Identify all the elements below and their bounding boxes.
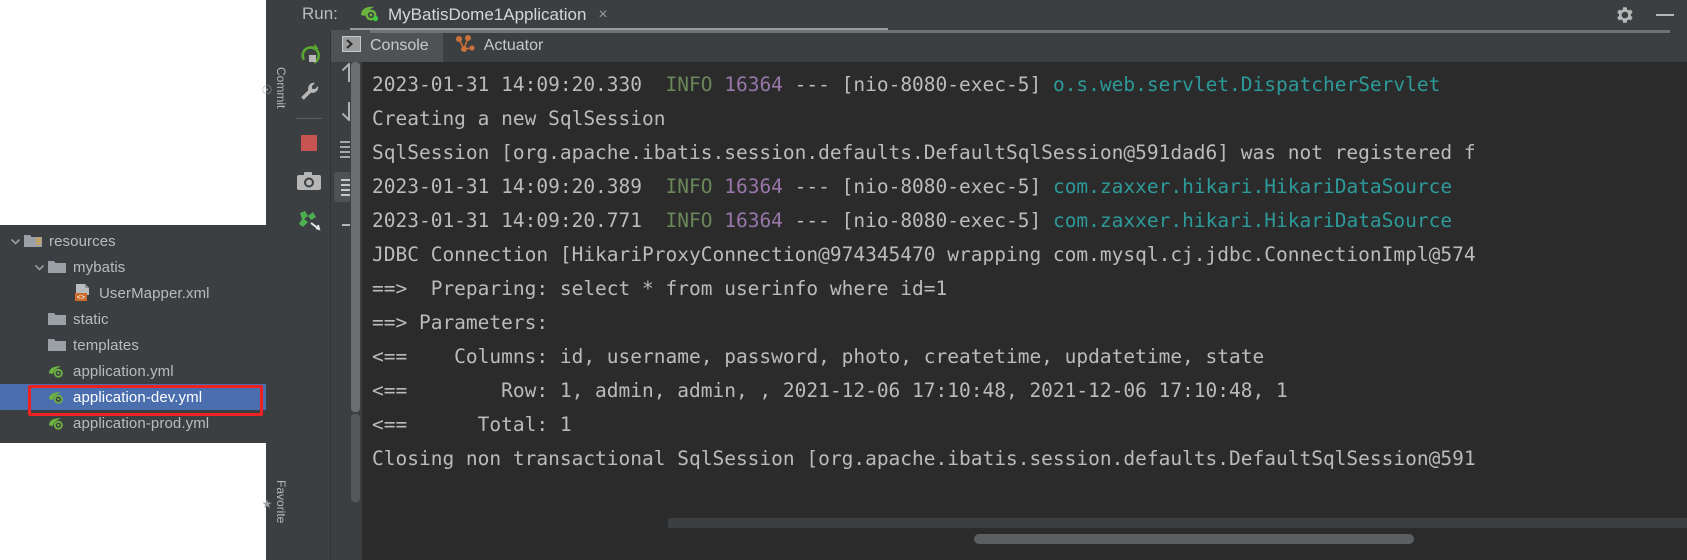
console-log-line: Creating a new SqlSession (372, 102, 1687, 136)
log-segment-plain (712, 175, 724, 198)
log-segment-plain: <== Total: 1 (372, 413, 572, 436)
actuator-icon (455, 34, 475, 58)
favorites-tool-tab-label: Favorite (274, 480, 288, 524)
console-log-line: ==> Parameters: (372, 306, 1687, 340)
tool-window-side-strip: Commit ☉ Favorite ★ (260, 0, 289, 560)
scrollbar-thumb[interactable] (351, 62, 360, 412)
chevron-down-icon[interactable] (30, 262, 48, 273)
log-segment-pid: 16364 (724, 209, 783, 232)
console-log-line: JDBC Connection [HikariProxyConnection@9… (372, 238, 1687, 272)
run-label: Run: (302, 4, 338, 23)
log-segment-pid: 16364 (724, 175, 783, 198)
folder-icon (48, 259, 68, 275)
log-segment-info: INFO (653, 209, 713, 232)
editor-white-overlay-bottom (0, 443, 266, 560)
run-tab-title: MyBatisDome1Application (388, 5, 587, 24)
console-log-line: <== Row: 1, admin, admin, , 2021-12-06 1… (372, 374, 1687, 408)
editor-white-overlay-top (0, 0, 266, 225)
log-segment-info: INFO (653, 73, 713, 96)
log-segment-plain: Closing non transactional SqlSession [or… (372, 447, 1476, 470)
log-segment-plain: <== Columns: id, username, password, pho… (372, 345, 1265, 368)
scrollbar-thumb-lower[interactable] (351, 414, 360, 502)
project-tool-window: resources mybatis <> UserMapper.xml static te… (0, 0, 360, 560)
screenshot-camera-button[interactable] (293, 165, 325, 197)
console-log-line: 2023-01-31 14:09:20.771 INFO 16364 --- [… (372, 204, 1687, 238)
log-segment-plain: SqlSession [org.apache.ibatis.session.de… (372, 141, 1476, 164)
console-output[interactable]: 2023-01-31 14:09:20.330 INFO 16364 --- [… (362, 62, 1687, 502)
log-segment-plain: 2023-01-31 14:09:20.330 (372, 73, 654, 96)
favorites-tool-tab[interactable]: Favorite ★ (260, 452, 288, 552)
log-segment-info: INFO (653, 175, 713, 198)
stop-button[interactable] (293, 127, 325, 159)
settings-wrench-button[interactable] (293, 76, 325, 108)
run-window-header: Run: MyBatisDome1Application × (288, 0, 1687, 32)
gear-icon[interactable] (1613, 4, 1635, 26)
tree-item-label: UserMapper.xml (99, 284, 210, 302)
spring-yml-file-icon (48, 363, 68, 380)
resources-folder-icon (24, 233, 44, 249)
hscrollbar-thumb[interactable] (974, 534, 1414, 544)
svg-text:<>: <> (77, 294, 85, 302)
minimize-icon[interactable] (1653, 4, 1677, 26)
console-log-line: SqlSession [org.apache.ibatis.session.de… (372, 136, 1687, 170)
spring-yml-file-icon (48, 389, 68, 406)
tree-item-label: static (73, 310, 109, 328)
log-segment-pid: 16364 (724, 73, 783, 96)
log-segment-plain: ==> Parameters: (372, 311, 549, 334)
run-window-header-actions (1613, 4, 1677, 26)
console-vertical-scrollbar[interactable] (350, 62, 362, 502)
console-log-line: <== Total: 1 (372, 408, 1687, 442)
xml-file-icon: <> (74, 284, 94, 302)
log-segment-plain: ==> Preparing: select * from userinfo wh… (372, 277, 948, 300)
commit-tool-tab[interactable]: Commit ☉ (260, 8, 288, 168)
log-segment-plain (712, 73, 724, 96)
tree-item-label: mybatis (73, 258, 126, 276)
console-log-line: 2023-01-31 14:09:20.389 INFO 16364 --- [… (372, 170, 1687, 204)
run-subtabs: Console Actuator (330, 30, 1687, 62)
console-horizontal-scrollbar[interactable] (668, 518, 1687, 544)
log-segment-class: com.zaxxer.hikari.HikariDataSource (1052, 175, 1453, 198)
tree-item-label: resources (49, 232, 116, 250)
log-segment-plain: 2023-01-31 14:09:20.771 (372, 209, 654, 232)
tab-actuator[interactable]: Actuator (443, 30, 558, 62)
console-log-line: Closing non transactional SqlSession [or… (372, 442, 1687, 476)
close-icon[interactable]: × (598, 7, 607, 23)
log-segment-class: com.zaxxer.hikari.HikariDataSource (1052, 209, 1453, 232)
log-segment-plain: Creating a new SqlSession (372, 107, 666, 130)
spring-yml-file-icon (48, 415, 68, 432)
spring-boot-run-icon (358, 2, 380, 29)
console-log-line: ==> Preparing: select * from userinfo wh… (372, 272, 1687, 306)
folder-icon (48, 337, 68, 353)
tree-item-label: application.yml (73, 362, 174, 380)
tree-item-label: application-dev.yml (73, 388, 203, 406)
folder-icon (48, 311, 68, 327)
log-segment-plain (712, 209, 724, 232)
log-segment-plain: JDBC Connection [HikariProxyConnection@9… (372, 243, 1476, 266)
log-segment-plain: --- [nio-8080-exec-5] (782, 209, 1053, 232)
log-segment-plain: --- [nio-8080-exec-5] (782, 73, 1053, 96)
console-log-line: <== Columns: id, username, password, pho… (372, 340, 1687, 374)
console-log-line: 2023-01-31 14:09:20.330 INFO 16364 --- [… (372, 68, 1687, 102)
log-segment-class: o.s.web.servlet.DispatcherServlet (1052, 73, 1441, 96)
commit-tool-tab-label: Commit (274, 67, 288, 109)
chevron-down-icon[interactable] (6, 236, 24, 247)
console-bottom-area (362, 502, 1687, 560)
tree-item-label: templates (73, 336, 139, 354)
log-segment-plain: --- [nio-8080-exec-5] (782, 175, 1053, 198)
commit-icon: ☉ (260, 83, 274, 97)
tab-console-label: Console (370, 37, 429, 54)
log-segment-plain: <== Row: 1, admin, admin, , 2021-12-06 1… (372, 379, 1288, 402)
log-segment-plain: 2023-01-31 14:09:20.389 (372, 175, 654, 198)
subtab-divider (370, 30, 1670, 33)
toolbar-separator (296, 118, 322, 119)
tree-item-label: application-prod.yml (73, 414, 210, 432)
run-toolbar-primary (288, 30, 331, 560)
rerun-button[interactable] (293, 38, 325, 70)
tab-actuator-label: Actuator (483, 37, 544, 54)
ide-run-window-screenshot: resources mybatis <> UserMapper.xml static te… (0, 0, 1687, 560)
star-icon: ★ (260, 497, 274, 511)
thread-dump-button[interactable] (293, 203, 325, 235)
run-tool-window: Run: MyBatisDome1Application × Console A… (288, 0, 1687, 560)
